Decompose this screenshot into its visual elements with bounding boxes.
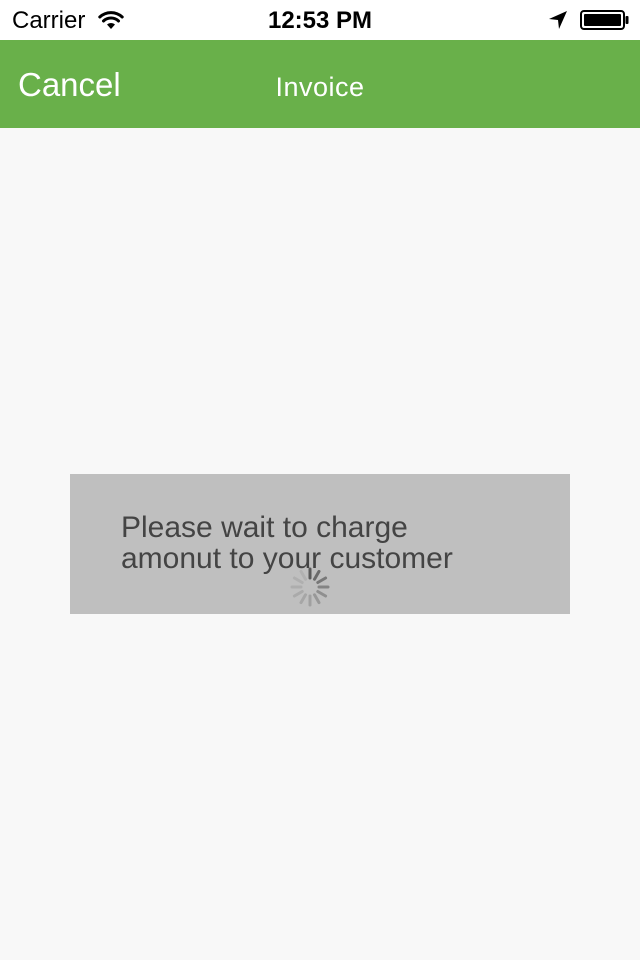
location-arrow-icon [549, 11, 567, 29]
loading-message: Please wait to charge amonut to your cus… [121, 511, 453, 575]
spinner-icon [290, 567, 330, 607]
status-bar: Carrier 12:53 PM [0, 0, 640, 40]
status-time: 12:53 PM [267, 7, 373, 34]
loading-overlay: Please wait to charge amonut to your cus… [70, 474, 570, 614]
page-title: Invoice [275, 72, 365, 102]
battery-icon [580, 10, 629, 30]
navigation-bar: Cancel Invoice [0, 40, 640, 128]
